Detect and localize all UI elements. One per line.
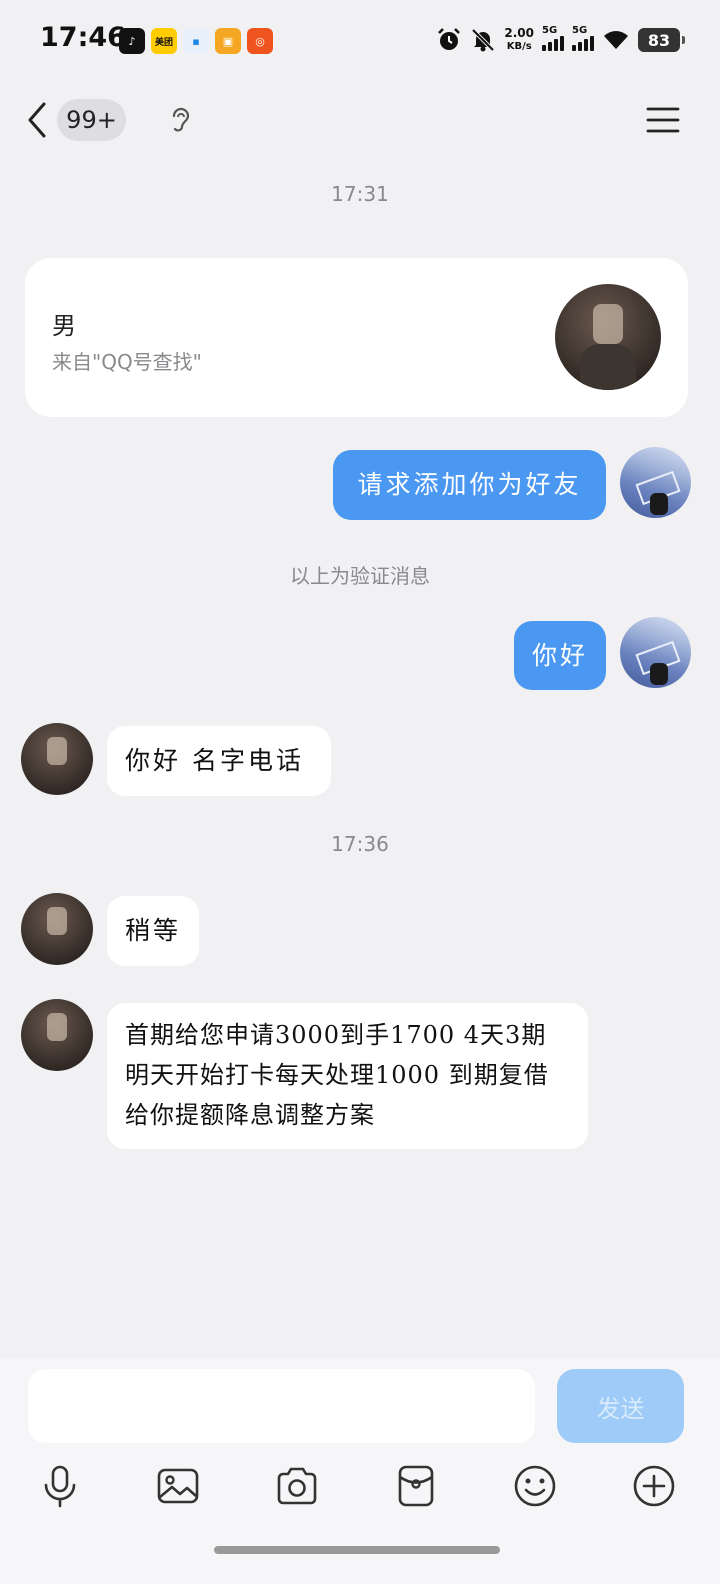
plus-icon[interactable] <box>632 1464 676 1508</box>
message-bubble-other[interactable]: 你好 名字电话 <box>107 726 331 796</box>
emoji-icon[interactable] <box>513 1464 557 1508</box>
unread-count-badge[interactable]: 99+ <box>57 99 126 141</box>
net-speed: 2.00 KB/s <box>504 26 534 53</box>
verification-note: 以上为验证消息 <box>290 564 430 588</box>
self-avatar[interactable] <box>620 447 691 518</box>
message-bubble-self[interactable]: 请求添加你为好友 <box>333 450 606 520</box>
app-icon-orange: ▣ <box>215 28 241 54</box>
message-bubble-other[interactable]: 稍等 <box>107 896 199 966</box>
mute-bell-icon <box>471 28 495 52</box>
douyin-app-icon: ♪ <box>119 28 145 54</box>
message-bubble-self[interactable]: 你好 <box>514 621 606 690</box>
notification-app-icons: ♪ 美团 ▪ ▣ ◎ <box>119 28 273 54</box>
home-indicator[interactable] <box>214 1546 500 1554</box>
send-button[interactable]: 发送 <box>557 1369 684 1443</box>
signal-2-icon: 5G <box>572 25 594 51</box>
app-icon-blue: ▪ <box>183 28 209 54</box>
status-indicators: 2.00 KB/s 5G 5G 83 <box>436 24 685 56</box>
image-icon[interactable] <box>156 1464 200 1508</box>
profile-gender: 男 <box>52 312 76 340</box>
contact-avatar[interactable] <box>21 999 93 1071</box>
back-arrow-icon[interactable] <box>22 100 58 140</box>
camera-icon[interactable] <box>275 1464 319 1508</box>
alarm-icon <box>438 28 461 50</box>
microphone-icon[interactable] <box>38 1464 82 1508</box>
red-packet-icon[interactable] <box>394 1464 438 1508</box>
wifi-icon <box>604 31 628 49</box>
profile-source: 来自"QQ号查找" <box>52 350 202 374</box>
app-icon-red: ◎ <box>247 28 273 54</box>
message-bubble-other[interactable]: 首期给您申请3000到手1700 4天3期 明天开始打卡每天处理1000 到期复… <box>107 1003 588 1149</box>
message-timestamp: 17:36 <box>331 832 389 856</box>
more-menu-icon[interactable] <box>645 104 681 136</box>
signal-1-icon: 5G <box>542 25 564 51</box>
battery-indicator: 83 <box>638 28 685 52</box>
earpiece-mode-icon[interactable] <box>166 105 194 135</box>
message-timestamp: 17:31 <box>331 182 389 206</box>
self-avatar[interactable] <box>620 617 691 688</box>
contact-avatar[interactable] <box>21 893 93 965</box>
contact-avatar[interactable] <box>21 723 93 795</box>
meituan-app-icon: 美团 <box>151 28 177 54</box>
message-input[interactable] <box>28 1369 535 1443</box>
contact-avatar-large[interactable] <box>555 284 661 390</box>
status-time: 17:46 <box>40 22 126 53</box>
